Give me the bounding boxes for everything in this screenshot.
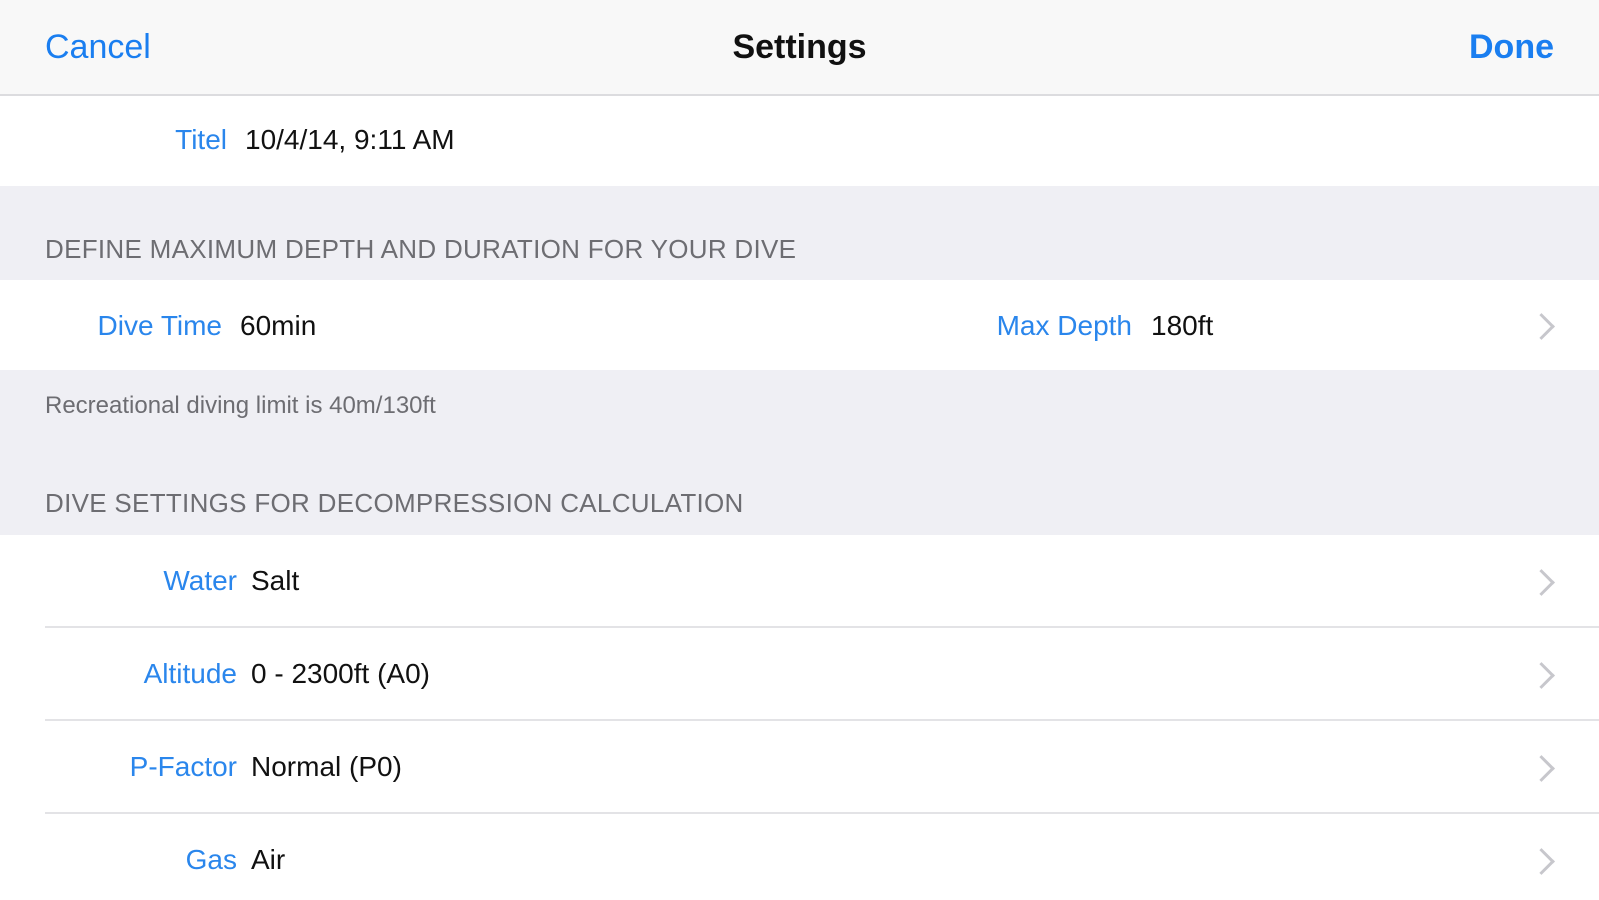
title-label: Titel: [175, 124, 227, 155]
done-button[interactable]: Done: [1469, 28, 1554, 67]
chevron-right-icon: [1528, 662, 1555, 689]
max-depth-label: Max Depth: [996, 310, 1132, 341]
title-row[interactable]: Titel 10/4/14, 9:11 AM: [0, 96, 1599, 186]
altitude-label: Altitude: [143, 658, 237, 689]
p-factor-value: Normal (P0): [251, 751, 402, 782]
p-factor-label: P-Factor: [129, 751, 237, 782]
dive-time-value: 60min: [240, 310, 317, 341]
section-header-depth: DEFINE MAXIMUM DEPTH AND DURATION FOR YO…: [45, 234, 797, 264]
gas-row[interactable]: Gas Air: [0, 814, 1599, 900]
page-title: Settings: [732, 28, 867, 66]
max-depth-value: 180ft: [1151, 310, 1214, 341]
title-value-field[interactable]: 10/4/14, 9:11 AM: [245, 124, 455, 156]
altitude-row[interactable]: Altitude 0 - 2300ft (A0): [0, 628, 1599, 721]
dive-limits-row[interactable]: Dive Time 60min Max Depth 180ft: [0, 280, 1599, 370]
navigation-bar: Cancel Settings Done: [0, 0, 1599, 96]
chevron-right-icon: [1528, 755, 1555, 782]
chevron-right-icon: [1528, 848, 1555, 875]
water-row[interactable]: Water Salt: [0, 535, 1599, 628]
altitude-value: 0 - 2300ft (A0): [251, 658, 430, 689]
chevron-right-icon: [1528, 313, 1555, 340]
dive-time-label: Dive Time: [97, 310, 222, 341]
section-footer-note: Recreational diving limit is 40m/130ft: [45, 392, 436, 419]
section-header-decompression: DIVE SETTINGS FOR DECOMPRESSION CALCULAT…: [45, 488, 744, 518]
water-value: Salt: [251, 565, 300, 596]
settings-screen: Cancel Settings Done Titel 10/4/14, 9:11…: [0, 0, 1599, 900]
chevron-right-icon: [1528, 569, 1555, 596]
gas-label: Gas: [185, 844, 237, 875]
water-label: Water: [163, 565, 237, 596]
p-factor-row[interactable]: P-Factor Normal (P0): [0, 721, 1599, 814]
gas-value: Air: [251, 844, 286, 875]
